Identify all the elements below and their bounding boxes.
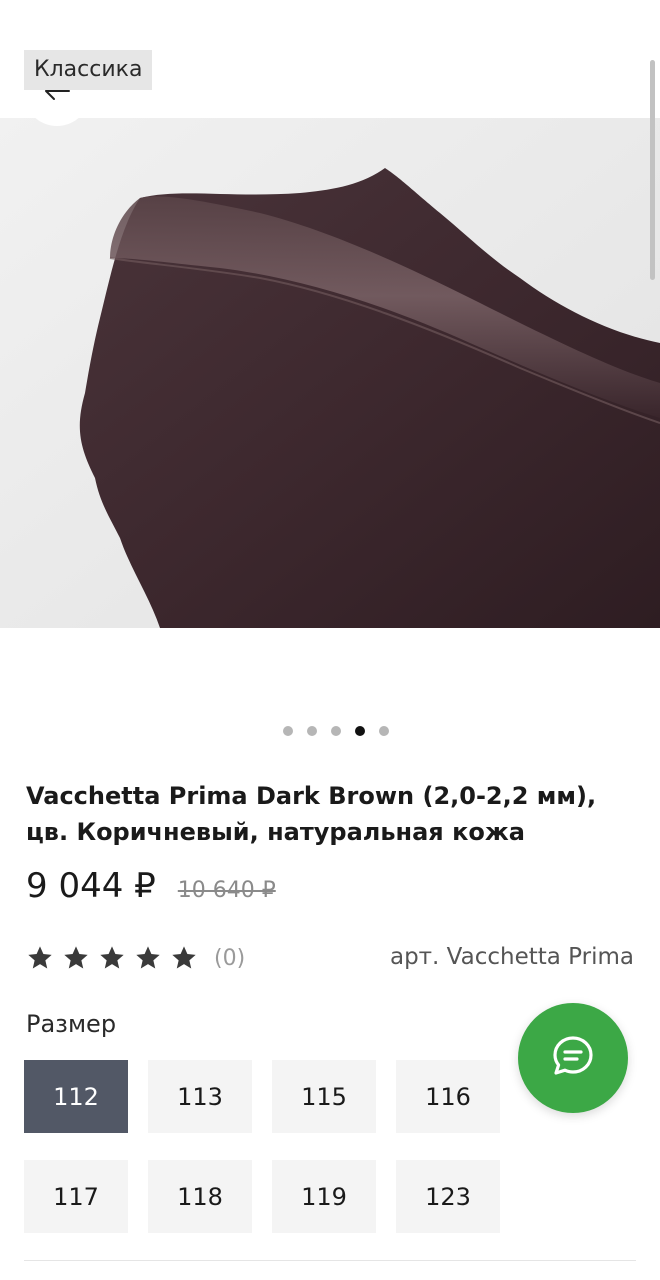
size-option[interactable]: 115	[272, 1060, 376, 1133]
gallery-dot[interactable]	[331, 726, 341, 736]
star-icon	[100, 946, 124, 969]
star-icon	[28, 946, 52, 969]
size-option[interactable]: 119	[272, 1160, 376, 1233]
review-count[interactable]: (0)	[214, 946, 245, 971]
gallery-dot[interactable]	[283, 726, 293, 736]
size-option[interactable]: 117	[24, 1160, 128, 1233]
gallery-pagination	[0, 726, 660, 736]
star-icon	[64, 946, 88, 969]
size-option[interactable]: 118	[148, 1160, 252, 1233]
gallery-dot-active[interactable]	[355, 726, 365, 736]
size-option[interactable]: 123	[396, 1160, 500, 1233]
product-title: Vacchetta Prima Dark Brown (2,0-2,2 мм),…	[26, 782, 597, 846]
category-tag: Классика	[24, 50, 153, 90]
size-options: 112 113 115 116 117 118 119 123	[24, 1060, 500, 1233]
divider	[24, 1260, 636, 1261]
rating[interactable]: (0)	[26, 944, 245, 972]
size-option[interactable]: 113	[148, 1060, 252, 1133]
size-option[interactable]: 116	[396, 1060, 500, 1133]
gallery-dot[interactable]	[307, 726, 317, 736]
size-label: Размер	[26, 1010, 117, 1038]
chat-bubble-icon	[549, 1032, 597, 1084]
sku: арт. Vacchetta Prima	[389, 944, 634, 970]
old-price: 10 640 ₽	[177, 878, 276, 903]
gallery-dot[interactable]	[379, 726, 389, 736]
product-image[interactable]	[0, 118, 660, 628]
size-option-selected[interactable]: 112	[24, 1060, 128, 1133]
star-icon	[172, 946, 196, 969]
star-icon	[136, 946, 160, 969]
chat-button[interactable]	[518, 1003, 628, 1113]
scrollbar[interactable]	[650, 60, 655, 280]
price-row: 9 044 ₽ 10 640 ₽	[26, 866, 276, 906]
current-price: 9 044 ₽	[26, 866, 156, 906]
